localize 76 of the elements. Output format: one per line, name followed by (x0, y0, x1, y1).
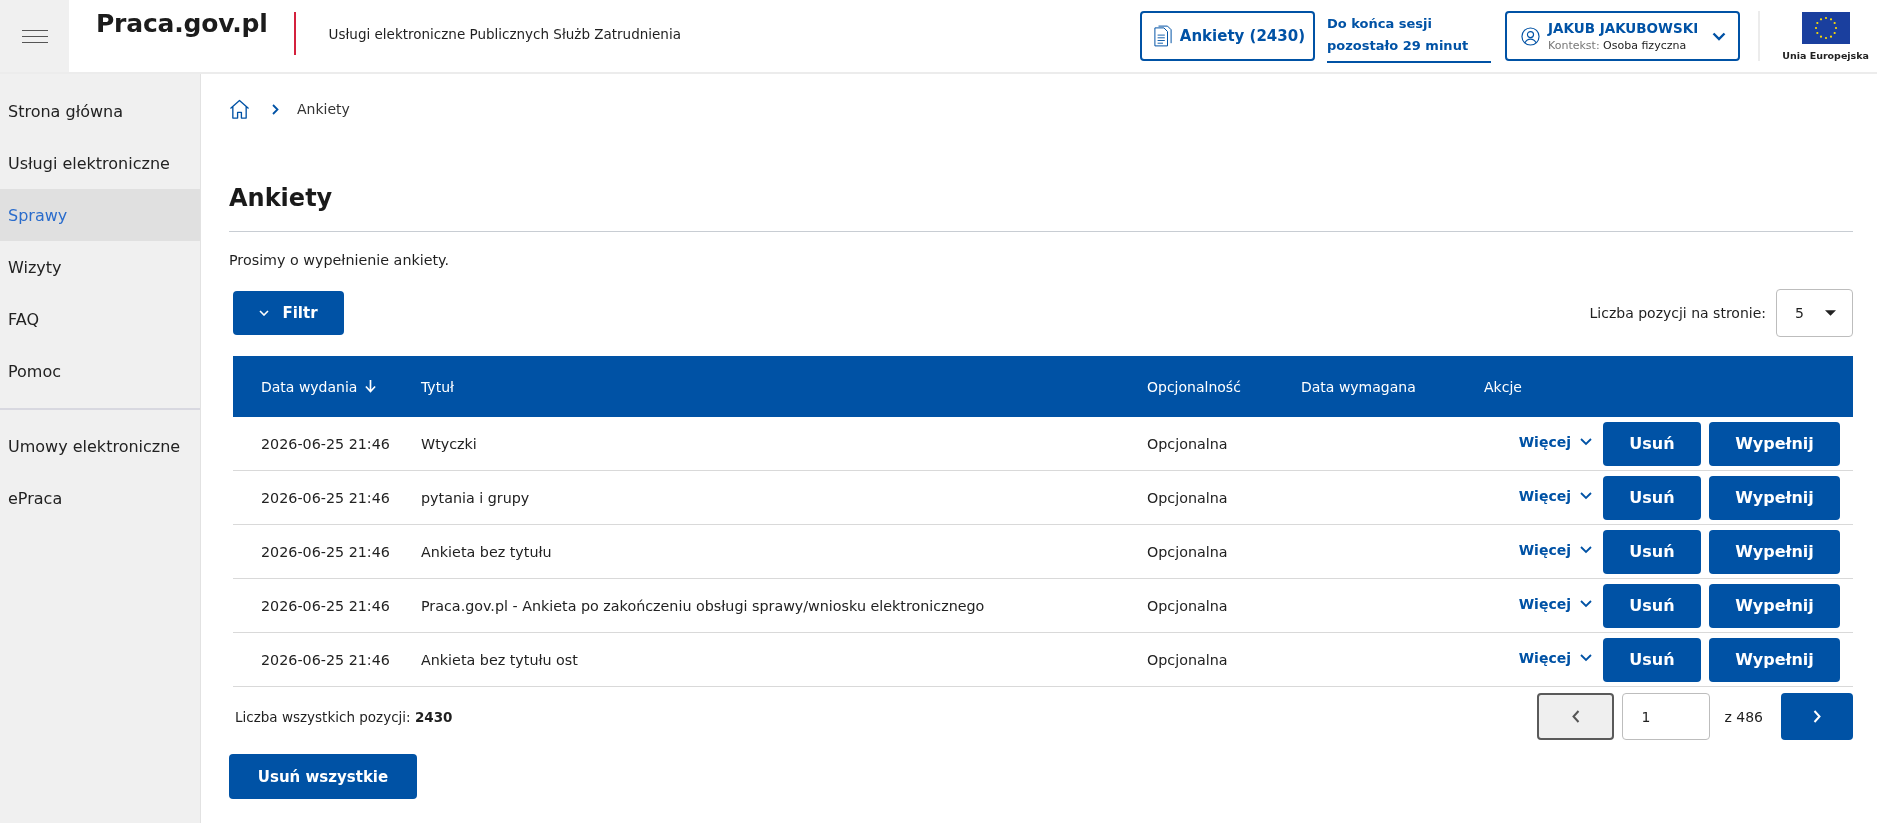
table-cell-text: 2026-06-25 21:46 (260, 650, 391, 670)
delete-button[interactable]: Usuń (1603, 529, 1701, 574)
delete-all-button[interactable]: Usuń wszystkie (229, 754, 417, 799)
table-cell-text: Ankieta bez tytułu ost (421, 650, 579, 670)
table-cell-text: Opcjonalna (1147, 596, 1229, 616)
table-cell-text: Opcjonalna (1147, 488, 1229, 508)
chevron-down-icon (1712, 31, 1727, 41)
fill-button[interactable]: Wypełnij (1709, 421, 1840, 466)
page-size-label: Liczba pozycji na stronie: (1589, 305, 1766, 321)
table-cell-text: 2026-06-25 21:46 (260, 434, 391, 454)
sidebar-item[interactable]: FAQ (0, 293, 200, 345)
sidebar-item[interactable]: Wizyty (0, 241, 200, 293)
page-count: z 486 (1724, 708, 1763, 725)
chevron-down-icon (259, 310, 270, 316)
column-header[interactable]: Data wydania (233, 356, 421, 417)
intro-text: Prosimy o wypełnienie ankiety. (229, 251, 451, 270)
sidebar-item[interactable]: Umowy elektroniczne (0, 420, 200, 472)
fill-button[interactable]: Wypełnij (1709, 529, 1840, 574)
caret-down-icon (1825, 310, 1836, 316)
table-cell-text: pytania i grupy (421, 488, 531, 508)
eu-label: Unia Europejska (1782, 49, 1869, 61)
fill-button[interactable]: Wypełnij (1709, 475, 1840, 520)
table-cell-text: Opcjonalna (1147, 542, 1229, 562)
more-link[interactable]: Więcej (1518, 541, 1592, 558)
table-cell-text: Ankieta bez tytułu (421, 542, 553, 562)
chevron-down-icon (1580, 599, 1592, 608)
surveys-button[interactable]: Ankiety (2430) (1139, 11, 1315, 61)
table-cell-text: 2026-06-25 21:46 (260, 596, 391, 616)
more-link[interactable]: Więcej (1518, 595, 1592, 612)
more-link[interactable]: Więcej (1518, 433, 1592, 450)
table-cell-text: Praca.gov.pl - Ankieta po zakończeniu obsługi sprawy/wniosku elektronicznego (421, 596, 986, 616)
chevron-down-icon (1580, 545, 1592, 554)
chevron-left-icon (1571, 710, 1580, 723)
eu-flag-icon (1801, 11, 1850, 44)
table-cell-text: 2026-06-25 21:46 (260, 542, 391, 562)
column-header[interactable]: Akcje (1484, 356, 1853, 417)
chevron-down-icon (1580, 437, 1592, 446)
sidebar-item[interactable]: Strona główna (0, 85, 200, 137)
site-logo[interactable]: Praca.gov.pl (96, 9, 268, 38)
filter-button[interactable]: Filtr (233, 291, 344, 335)
fill-button[interactable]: Wypełnij (1709, 637, 1840, 682)
home-icon[interactable] (229, 99, 250, 119)
more-link[interactable]: Więcej (1518, 649, 1592, 666)
sidebar-item[interactable]: Pomoc (0, 345, 200, 397)
sidebar-item[interactable]: Usługi elektroniczne (0, 137, 200, 189)
table-cell-text: Opcjonalna (1147, 650, 1229, 670)
table-cell-text: Opcjonalna (1147, 434, 1229, 454)
chevron-right-icon (272, 103, 279, 115)
delete-button[interactable]: Usuń (1603, 475, 1701, 520)
breadcrumb-item: Ankiety (297, 101, 350, 117)
page-size-select[interactable]: 5 (1776, 289, 1853, 337)
site-subtitle: Usługi elektroniczne Publicznych Służb Zatrudnienia (328, 26, 681, 42)
page-number-field[interactable]: 1 (1622, 693, 1711, 740)
user-menu-button[interactable]: JAKUB JAKUBOWSKI Kontekst: Osoba fizyczna (1505, 11, 1741, 61)
delete-button[interactable]: Usuń (1603, 637, 1701, 682)
arrow-down-icon (365, 380, 377, 393)
chevron-right-icon (1813, 710, 1821, 723)
table-cell-text: 2026-06-25 21:46 (260, 488, 391, 508)
session-timer[interactable]: Do końca sesji pozostało 29 minut (1327, 13, 1491, 63)
delete-button[interactable]: Usuń (1603, 421, 1701, 466)
chevron-down-icon (1580, 653, 1592, 662)
table-cell-text: Wtyczki (421, 434, 478, 454)
chevron-down-icon (1580, 491, 1592, 500)
sidebar-item[interactable]: Sprawy (0, 189, 200, 241)
menu-icon (21, 29, 48, 43)
delete-button[interactable]: Usuń (1603, 583, 1701, 628)
total-count: Liczba wszystkich pozycji: 2430 (235, 708, 453, 725)
user-icon (1521, 26, 1540, 46)
sidebar-item[interactable]: ePraca (0, 472, 200, 524)
fill-button[interactable]: Wypełnij (1709, 583, 1840, 628)
more-link[interactable]: Więcej (1518, 487, 1592, 504)
column-header[interactable]: Data wymagana (1301, 356, 1484, 417)
page-title: Ankiety (229, 182, 1853, 232)
documents-icon (1153, 25, 1172, 47)
column-header[interactable]: Opcjonalność (1147, 356, 1301, 417)
column-header[interactable]: Tytuł (421, 356, 1147, 417)
